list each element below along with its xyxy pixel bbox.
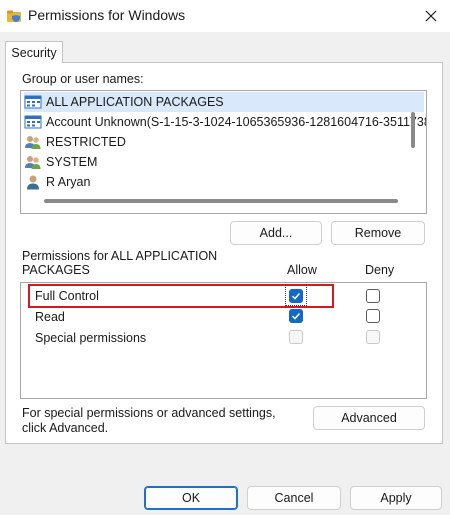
list-item[interactable]: Account Unknown(S-1-15-3-1024-1065365936… xyxy=(24,112,427,132)
list-item[interactable]: R Aryan xyxy=(24,172,90,192)
ok-button[interactable]: OK xyxy=(144,486,238,510)
full-control-deny-checkbox[interactable] xyxy=(366,289,380,303)
advanced-hint-continued: click Advanced. xyxy=(22,421,109,435)
group-users-icon xyxy=(25,136,41,149)
advanced-hint: For special permissions or advanced sett… xyxy=(22,406,276,420)
read-allow-checkbox[interactable] xyxy=(289,309,303,323)
deny-column-header: Deny xyxy=(365,263,395,277)
window-title: Permissions for Windows xyxy=(28,7,186,23)
user-name: RESTRICTED xyxy=(46,135,126,149)
folder-shield-icon xyxy=(7,10,21,22)
add-button[interactable]: Add... xyxy=(230,221,322,245)
cancel-button[interactable]: Cancel xyxy=(247,486,341,510)
permissions-heading-continued: PACKAGES xyxy=(22,263,90,277)
read-deny-checkbox[interactable] xyxy=(366,309,380,323)
horizontal-scrollbar[interactable] xyxy=(44,199,398,203)
advanced-button[interactable]: Advanced xyxy=(313,406,425,430)
list-item[interactable]: ALL APPLICATION PACKAGES xyxy=(24,92,424,112)
special-deny-checkbox xyxy=(366,330,380,344)
special-allow-checkbox xyxy=(289,330,303,344)
close-button[interactable] xyxy=(414,2,448,30)
user-name: SYSTEM xyxy=(46,155,98,169)
remove-button[interactable]: Remove xyxy=(331,221,425,245)
allow-column-header: Allow xyxy=(287,263,317,277)
permissions-heading: Permissions for ALL APPLICATION xyxy=(22,249,218,263)
user-name: R Aryan xyxy=(46,175,91,189)
user-name: Account Unknown(S-1-15-3-1024-1065365936… xyxy=(46,115,427,129)
permission-label-special: Special permissions xyxy=(35,331,147,345)
checkmark-icon xyxy=(291,312,301,320)
vertical-scrollbar[interactable] xyxy=(411,112,415,148)
group-users-icon xyxy=(25,156,41,169)
close-icon xyxy=(425,10,437,22)
tab-security[interactable]: Security xyxy=(5,41,63,63)
user-list[interactable]: ALL APPLICATION PACKAGES Account Unknown… xyxy=(20,90,427,214)
apply-button[interactable]: Apply xyxy=(350,486,442,510)
user-icon xyxy=(27,175,39,190)
user-name: ALL APPLICATION PACKAGES xyxy=(46,95,224,109)
app-packages-icon xyxy=(24,95,42,109)
highlight-box xyxy=(28,284,334,308)
permission-label-read: Read xyxy=(35,310,65,324)
list-item[interactable]: RESTRICTED xyxy=(24,132,126,152)
list-item[interactable]: SYSTEM xyxy=(24,152,97,172)
app-packages-icon xyxy=(24,115,42,129)
users-heading: Group or user names: xyxy=(22,72,144,86)
